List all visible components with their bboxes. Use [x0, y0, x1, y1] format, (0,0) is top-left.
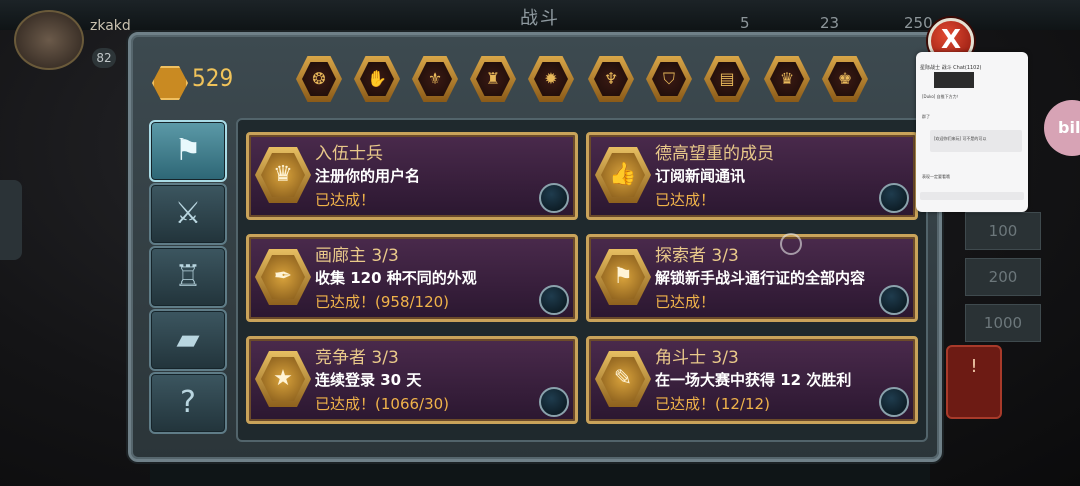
- completion-orb: [539, 183, 569, 213]
- completion-orb: [879, 285, 909, 315]
- achievement-title: 探索者 3/3: [655, 246, 739, 266]
- achievement-desc: 在一场大赛中获得 12 次胜利: [655, 371, 852, 389]
- achievement-desc: 订阅新闻通讯: [655, 167, 746, 185]
- achievement-title: 德高望重的成员: [655, 144, 774, 164]
- achievement-desc: 收集 120 种不同的外观: [315, 269, 477, 287]
- achievement-status: 已达成！(12/12): [655, 395, 770, 413]
- chat-header: 星际战士 战斗 Chat(1102): [920, 65, 982, 71]
- side-handle[interactable]: [0, 180, 22, 260]
- chat-overlay[interactable]: 星际战士 战斗 Chat(1102) [Duko] 自推下方力！ 群了 [欢迎你…: [916, 52, 1028, 212]
- achievement-desc: 连续登录 30 天: [315, 371, 422, 389]
- feather-icon: ✒: [255, 249, 311, 305]
- completion-orb: [879, 387, 909, 417]
- tab-swords[interactable]: ⚔: [149, 183, 227, 245]
- completion-orb: [539, 285, 569, 315]
- stars-icon: ★: [255, 351, 311, 407]
- chat-image: [934, 72, 974, 88]
- completion-orb: [879, 183, 909, 213]
- achievement-status: 已达成！(958/120): [315, 293, 450, 311]
- achievement-status: 已达成！: [315, 191, 376, 209]
- flag-icon: ⚑: [595, 249, 651, 305]
- achievement-desc: 解锁新手战斗通行证的全部内容: [655, 269, 866, 287]
- achievement-card[interactable]: ♛ 入伍士兵 注册你的用户名 已达成！: [246, 132, 578, 220]
- achievement-status: 已达成！: [655, 191, 716, 209]
- cost-button[interactable]: 200: [965, 258, 1041, 296]
- chat-line: [欢迎你们来玩] 可不是的可以: [934, 136, 987, 141]
- eagle-badge-icon: ♛: [255, 147, 311, 203]
- player-level-badge: 82: [92, 48, 116, 68]
- cost-button[interactable]: 100: [965, 212, 1041, 250]
- achievement-desc: 注册你的用户名: [315, 167, 421, 185]
- stat-value: 23: [820, 14, 840, 32]
- chat-line: 表现一定要看哦: [922, 174, 950, 179]
- achievement-title: 画廊主 3/3: [315, 246, 399, 266]
- thumbs-up-icon: 👍: [595, 147, 651, 203]
- player-username: zkakd: [90, 18, 131, 34]
- achievement-card[interactable]: ★ 竞争者 3/3 连续登录 30 天 已达成！(1066/30): [246, 336, 578, 424]
- tab-armor[interactable]: ♖: [149, 246, 227, 308]
- achievement-title: 角斗士 3/3: [655, 348, 739, 368]
- player-avatar[interactable]: [14, 10, 84, 70]
- achievement-title: 入伍士兵: [315, 144, 383, 164]
- achievement-status: 已达成！: [655, 293, 716, 311]
- cost-button[interactable]: 1000: [965, 304, 1041, 342]
- ticket-icon: ✎: [595, 351, 651, 407]
- achievement-card[interactable]: ⚑ 探索者 3/3 解锁新手战斗通行证的全部内容 已达成！: [586, 234, 918, 322]
- touch-indicator: [780, 233, 802, 255]
- stat-value: 5: [740, 14, 750, 32]
- tab-cards[interactable]: ▰: [149, 309, 227, 371]
- tab-banner[interactable]: ⚑: [149, 120, 227, 182]
- coin-amount: 529: [192, 64, 234, 92]
- completion-orb: [539, 387, 569, 417]
- alert-button[interactable]: !: [946, 345, 1002, 419]
- achievement-title: 竞争者 3/3: [315, 348, 399, 368]
- achievement-card[interactable]: 👍 德高望重的成员 订阅新闻通讯 已达成！: [586, 132, 918, 220]
- achievement-card[interactable]: ✎ 角斗士 3/3 在一场大赛中获得 12 次胜利 已达成！(12/12): [586, 336, 918, 424]
- chat-line: 群了: [922, 114, 930, 119]
- screen-title: 战斗: [520, 8, 560, 29]
- achievement-status: 已达成！(1066/30): [315, 395, 450, 413]
- chat-line: [Duko] 自推下方力！: [922, 94, 961, 99]
- stat-value: 250: [904, 14, 933, 32]
- bili-logo[interactable]: bili: [1044, 100, 1080, 156]
- help-button[interactable]: ?: [149, 372, 227, 434]
- achievement-card[interactable]: ✒ 画廊主 3/3 收集 120 种不同的外观 已达成！(958/120): [246, 234, 578, 322]
- chat-toolbar[interactable]: [920, 192, 1024, 200]
